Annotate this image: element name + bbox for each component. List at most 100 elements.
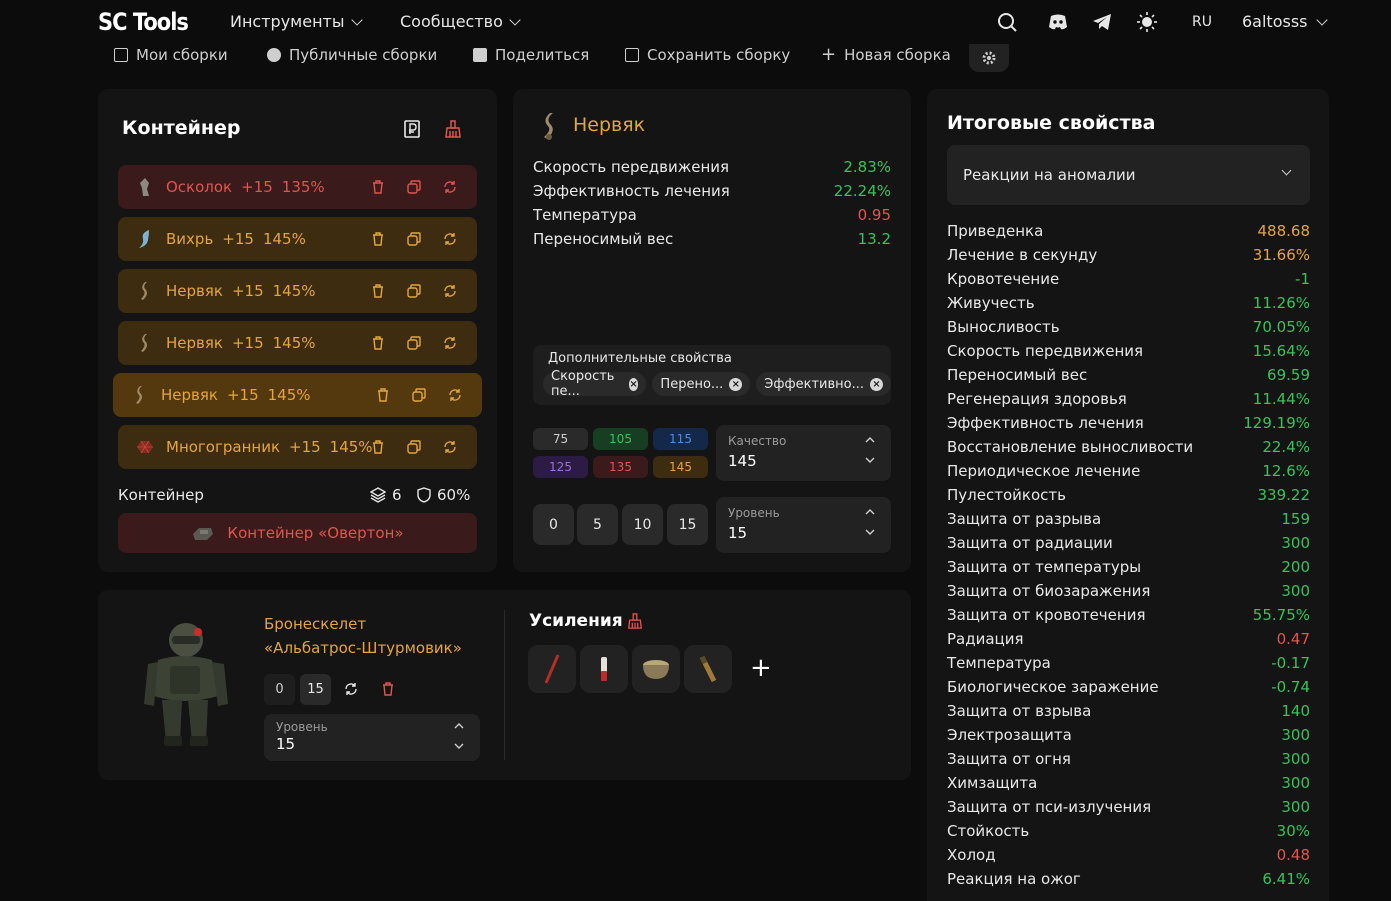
copy-icon[interactable] (410, 386, 428, 404)
copy-icon[interactable] (405, 438, 423, 456)
replace-icon[interactable] (441, 438, 459, 456)
artifact-level: +15 (222, 230, 254, 248)
totals-row: Эффективность лечения 129.19% (947, 414, 1310, 432)
grid-icon (114, 48, 128, 62)
totals-value: 300 (1281, 798, 1310, 816)
discord-icon[interactable] (1047, 12, 1069, 32)
trash-icon[interactable] (369, 438, 387, 456)
replace-icon[interactable] (441, 282, 459, 300)
chip-label: Перено... (660, 376, 724, 392)
trash-icon[interactable] (369, 334, 387, 352)
level-0-button[interactable]: 0 (533, 504, 574, 545)
armor-name: Бронескелет «Альбатрос-Штурмовик» (264, 612, 462, 660)
trash-icon[interactable] (369, 282, 387, 300)
telegram-icon[interactable] (1092, 12, 1112, 32)
artifact-name: Многогранник (166, 438, 281, 456)
boost-slot[interactable] (632, 645, 680, 693)
property-chip[interactable]: Перено... × (652, 372, 751, 396)
theme-toggle-icon[interactable] (1137, 12, 1157, 32)
language-switch[interactable]: RU (1192, 14, 1212, 30)
artifact-row[interactable]: Нервяк +15 145% (118, 321, 477, 365)
username: 6altosss (1242, 12, 1308, 31)
totals-label: Выносливость (947, 318, 1060, 336)
artifact-row[interactable]: Вихрь +15 145% (118, 217, 477, 261)
close-icon[interactable]: × (729, 377, 743, 391)
artifact-row-selected[interactable]: Нервяк +15 145% (113, 373, 482, 417)
artifact-name: Нервяк (161, 386, 218, 404)
new-build-button[interactable]: + Новая сборка (821, 46, 951, 65)
level-15-button[interactable]: 15 (667, 504, 708, 545)
replace-icon[interactable] (441, 334, 459, 352)
armor-image[interactable] (134, 618, 234, 750)
search-icon[interactable] (997, 12, 1017, 32)
totals-value: 339.22 (1257, 486, 1311, 504)
quality-105-button[interactable]: 105 (593, 428, 648, 450)
armor-panel: Бронескелет «Альбатрос-Штурмовик» 0 15 У… (98, 590, 911, 780)
replace-icon[interactable] (446, 386, 464, 404)
logo[interactable]: SC Tools (98, 8, 189, 36)
quality-135-button[interactable]: 135 (593, 456, 648, 478)
clear-broom-icon[interactable] (627, 612, 643, 630)
totals-filter-dropdown[interactable]: Реакции на аномалии (947, 145, 1310, 205)
boost-slot[interactable] (684, 645, 732, 693)
property-chip[interactable]: Эффективно... × (756, 372, 891, 396)
stepper-arrows-icon[interactable] (454, 722, 464, 750)
armor-upgrade-0-button[interactable]: 0 (264, 674, 295, 705)
boost-slot[interactable] (528, 645, 576, 693)
boost-syringe-icon (544, 654, 560, 684)
stat-label: Эффективность лечения (533, 182, 730, 200)
level-stepper[interactable]: Уровень 15 (716, 497, 891, 553)
stepper-arrows-icon[interactable] (865, 508, 875, 536)
nav-community[interactable]: Сообщество (400, 12, 521, 31)
artifact-row[interactable]: Нервяк +15 145% (118, 269, 477, 313)
trash-icon[interactable] (374, 386, 392, 404)
share-button[interactable]: Поделиться (473, 46, 589, 64)
my-builds-button[interactable]: Мои сборки (114, 46, 228, 64)
totals-label: Защита от пси-излучения (947, 798, 1152, 816)
public-builds-button[interactable]: Публичные сборки (267, 46, 437, 64)
copy-icon[interactable] (405, 334, 423, 352)
save-build-button[interactable]: Сохранить сборку (625, 46, 790, 64)
boost-slot[interactable] (580, 645, 628, 693)
totals-label: Лечение в секунду (947, 246, 1098, 264)
quality-75-button[interactable]: 75 (533, 428, 588, 450)
totals-row: Кровотечение -1 (947, 270, 1310, 288)
close-icon[interactable]: × (870, 377, 883, 391)
quality-125-button[interactable]: 125 (533, 456, 588, 478)
nav-tools[interactable]: Инструменты (230, 12, 363, 31)
clear-broom-icon[interactable] (444, 120, 462, 138)
close-icon[interactable]: × (628, 377, 639, 391)
trash-icon[interactable] (382, 682, 394, 696)
artifact-row[interactable]: Осколок +15 135% (118, 165, 477, 209)
totals-title: Итоговые свойства (947, 112, 1156, 134)
artifact-row[interactable]: Многогранник +15 145% (118, 425, 477, 469)
replace-icon[interactable] (441, 178, 459, 196)
property-chip[interactable]: Скорость пе... × (543, 369, 647, 399)
copy-icon[interactable] (405, 178, 423, 196)
totals-row: Защита от радиации 300 (947, 534, 1310, 552)
extra-properties-box: Дополнительные свойства Скорость пе... × … (533, 345, 891, 405)
totals-value: 140 (1281, 702, 1310, 720)
level-10-button[interactable]: 10 (622, 504, 663, 545)
replace-icon[interactable] (344, 682, 358, 696)
quality-145-button[interactable]: 145 (653, 456, 708, 478)
replace-icon[interactable] (441, 230, 459, 248)
stepper-arrows-icon[interactable] (865, 436, 875, 464)
user-menu[interactable]: 6altosss (1242, 12, 1328, 31)
armor-level-stepper[interactable]: Уровень 15 (264, 714, 480, 761)
price-icon[interactable] (404, 120, 420, 138)
quality-stepper[interactable]: Качество 145 (716, 425, 891, 481)
copy-icon[interactable] (405, 282, 423, 300)
container-footer-label: Контейнер (118, 486, 204, 504)
trash-icon[interactable] (369, 230, 387, 248)
artifact-detail-panel: Нервяк Скорость передвижения 2.83% Эффек… (513, 89, 911, 572)
trash-icon[interactable] (369, 178, 387, 196)
add-boost-button[interactable]: + (750, 653, 772, 683)
copy-icon[interactable] (405, 230, 423, 248)
container-select-button[interactable]: Контейнер «Овертон» (118, 513, 477, 553)
armor-upgrade-15-button[interactable]: 15 (300, 674, 331, 705)
level-5-button[interactable]: 5 (577, 504, 618, 545)
totals-row: Переносимый вес 69.59 (947, 366, 1310, 384)
quality-115-button[interactable]: 115 (653, 428, 708, 450)
totals-value: 22.4% (1262, 438, 1310, 456)
